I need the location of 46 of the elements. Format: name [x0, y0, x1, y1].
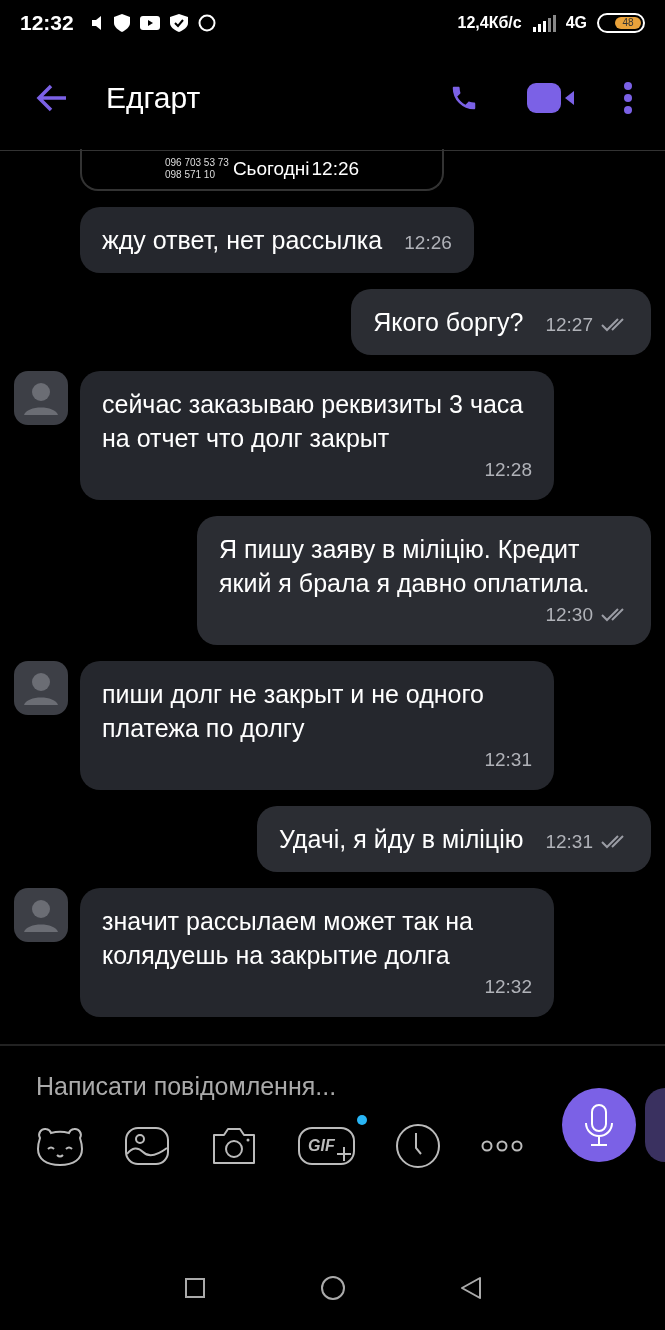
clock-icon[interactable] [394, 1123, 441, 1169]
message-time: 12:26 [311, 158, 360, 180]
plus-icon [336, 1147, 351, 1161]
play-icon [139, 16, 160, 30]
message-time: 12:30 [545, 604, 593, 626]
message-text: значит рассылаем может так на колядуешь на закрытие долга [102, 906, 474, 971]
message-text: Якого боргу? [373, 307, 524, 338]
back-arrow-icon[interactable] [36, 84, 68, 112]
date-label: Сьогодні [232, 158, 310, 180]
more-menu-icon[interactable] [623, 82, 633, 114]
speaker-icon [91, 15, 104, 31]
shield-icon [113, 14, 130, 32]
more-options-icon[interactable] [480, 1140, 523, 1152]
message-time: 12:31 [484, 749, 532, 771]
message-text: сейчас заказываю реквизиты 3 часа на отчет что долг закрыт [102, 389, 525, 454]
network-speed: 12,4Кб/с [457, 14, 522, 32]
microphone-icon [584, 1103, 614, 1147]
home-icon[interactable] [319, 1275, 346, 1301]
back-icon[interactable] [459, 1276, 482, 1300]
message-input[interactable]: Написати повідомлення... [36, 1072, 516, 1101]
bear-sticker-icon[interactable] [36, 1125, 84, 1167]
network-type: 4G [565, 14, 587, 32]
avatar-icon[interactable] [14, 661, 68, 715]
message-text: 098 571 10 [164, 169, 216, 181]
notification-dot [356, 1115, 367, 1125]
status-time: 12:32 [20, 11, 74, 35]
camera-icon[interactable] [210, 1125, 258, 1167]
battery-icon: 48 [597, 13, 645, 33]
message-time: 12:32 [484, 976, 532, 998]
avatar-icon[interactable] [14, 371, 68, 425]
message-time: 12:31 [545, 831, 593, 853]
message-text: 096 703 53 73 [164, 157, 229, 169]
message-text: Я пишу заяву в міліцію. Кредит який я брала я давно оплатила. [219, 534, 591, 599]
message-text: жду ответ, нет рассылка [102, 225, 383, 256]
contact-name: Едгарт [106, 81, 201, 115]
recent-apps-icon[interactable] [183, 1277, 206, 1299]
message-time: 12:28 [484, 459, 532, 481]
avatar-icon[interactable] [14, 888, 68, 942]
message-text: пиши долг не закрыт и не одного платежа по долгу [102, 679, 485, 744]
message-time: 12:26 [404, 232, 452, 254]
image-icon[interactable] [124, 1126, 170, 1166]
message-time: 12:27 [545, 314, 593, 336]
video-camera-icon[interactable] [527, 83, 575, 113]
shield-check-icon [169, 14, 188, 32]
signal-icon [531, 14, 556, 32]
message-text: Удачі, я йду в міліцію [278, 824, 524, 855]
